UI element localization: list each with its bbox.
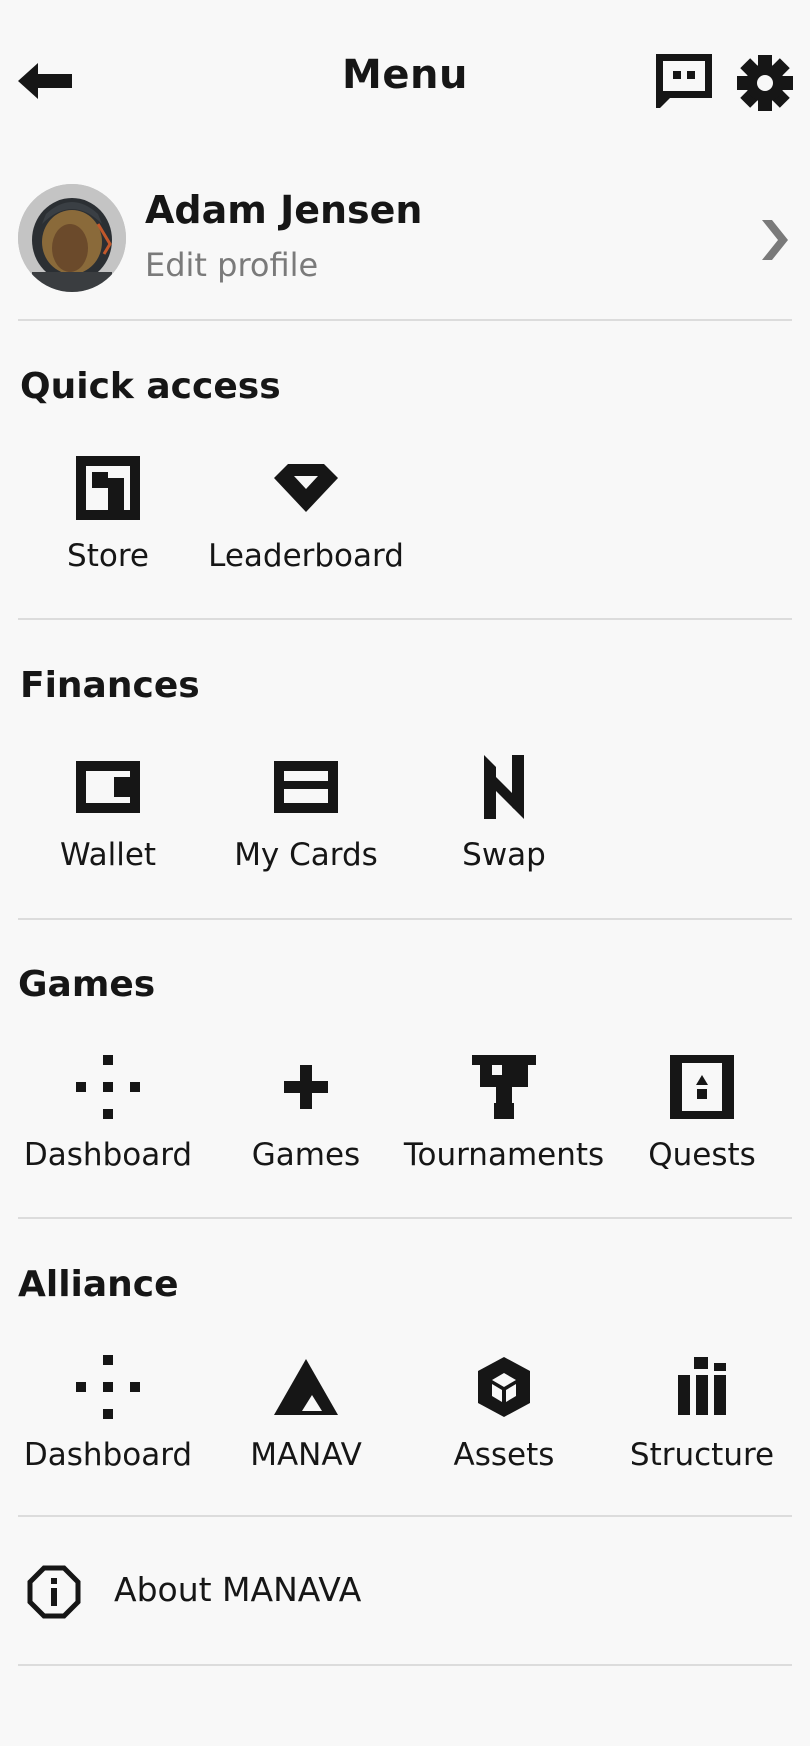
- section-title-finances: Finances: [20, 665, 200, 706]
- info-icon: [27, 1565, 81, 1619]
- tile-tournaments[interactable]: Tournaments: [404, 1055, 604, 1185]
- tile-label: Wallet: [59, 837, 157, 873]
- tile-label: Games: [251, 1137, 361, 1173]
- tile-label: Swap: [462, 837, 546, 873]
- triangle-logo-icon: [274, 1359, 338, 1415]
- chevron-right-icon: [762, 220, 788, 260]
- about-row[interactable]: About MANAVA: [26, 1560, 792, 1622]
- tile-label: Assets: [453, 1437, 555, 1473]
- tile-label: Quests: [648, 1137, 756, 1173]
- store-icon: [76, 456, 140, 520]
- header: Menu: [0, 0, 810, 160]
- tile-games-dashboard[interactable]: Dashboard: [8, 1055, 208, 1185]
- bar-chart-icon: [678, 1357, 726, 1415]
- tile-label: Leaderboard: [208, 538, 404, 574]
- tile-label: Dashboard: [23, 1437, 193, 1473]
- profile-name: Adam Jensen: [145, 188, 423, 232]
- gear-icon: [737, 55, 793, 111]
- edit-profile-link: Edit profile: [145, 246, 319, 284]
- about-label: About MANAVA: [114, 1570, 362, 1609]
- divider: [18, 918, 792, 920]
- divider: [18, 319, 792, 321]
- chat-button[interactable]: [656, 54, 712, 108]
- plus-icon: [284, 1065, 328, 1109]
- divider: [18, 618, 792, 620]
- tile-quests[interactable]: Quests: [602, 1055, 802, 1185]
- section-title-alliance: Alliance: [18, 1264, 179, 1305]
- tile-manav[interactable]: MANAV: [206, 1355, 406, 1485]
- tile-leaderboard[interactable]: Leaderboard: [206, 456, 406, 586]
- avatar: [18, 184, 126, 292]
- tile-store[interactable]: Store: [8, 456, 208, 586]
- tile-swap[interactable]: Swap: [404, 755, 604, 885]
- tile-label: Dashboard: [23, 1137, 193, 1173]
- cube-icon: [478, 1357, 530, 1417]
- quest-door-icon: [670, 1055, 734, 1119]
- dots-grid-icon: [76, 1355, 140, 1419]
- tile-structure[interactable]: Structure: [602, 1355, 802, 1485]
- tile-label: My Cards: [234, 837, 378, 873]
- tile-games[interactable]: Games: [206, 1055, 406, 1185]
- section-title-games: Games: [18, 964, 156, 1005]
- divider: [18, 1515, 792, 1517]
- tile-alliance-dashboard[interactable]: Dashboard: [8, 1355, 208, 1485]
- tile-label: Tournaments: [403, 1137, 605, 1173]
- tile-label: Structure: [629, 1437, 775, 1473]
- tile-label: Store: [67, 538, 149, 574]
- tile-wallet[interactable]: Wallet: [8, 755, 208, 885]
- diamond-icon: [274, 464, 338, 512]
- tile-assets[interactable]: Assets: [404, 1355, 604, 1485]
- chat-icon: [656, 54, 712, 108]
- settings-button[interactable]: [736, 54, 794, 112]
- dots-grid-icon: [76, 1055, 140, 1119]
- trophy-icon: [472, 1055, 536, 1119]
- tile-label: MANAV: [250, 1437, 362, 1473]
- wallet-icon: [76, 761, 140, 813]
- swap-icon: [484, 755, 524, 819]
- section-title-quick-access: Quick access: [20, 366, 281, 407]
- divider: [18, 1217, 792, 1219]
- profile-row[interactable]: Adam Jensen Edit profile: [18, 184, 792, 296]
- tile-my-cards[interactable]: My Cards: [206, 755, 406, 885]
- card-icon: [274, 761, 338, 813]
- divider: [18, 1664, 792, 1666]
